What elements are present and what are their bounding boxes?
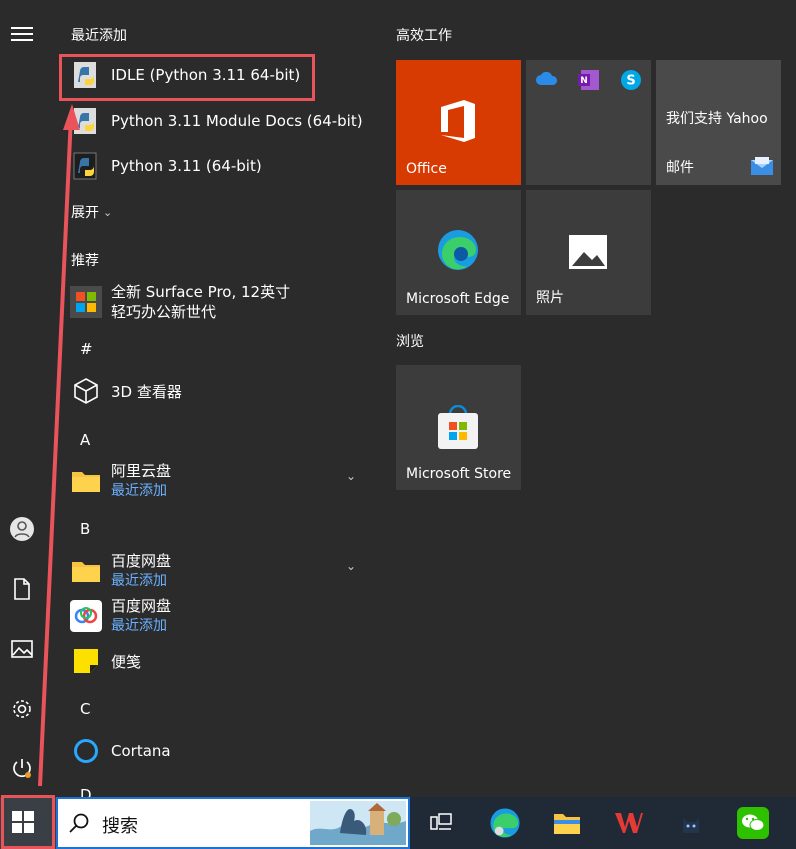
recommended-line1: 全新 Surface Pro, 12英寸 bbox=[111, 283, 291, 301]
tile-office-apps-folder[interactable]: N S bbox=[526, 60, 651, 185]
highlight-start-box bbox=[1, 795, 55, 849]
svg-text:N: N bbox=[580, 76, 588, 86]
app-label: 3D 查看器 bbox=[111, 382, 182, 401]
sticky-notes-icon bbox=[70, 645, 102, 677]
search-icon bbox=[68, 812, 90, 838]
tile-label: Office bbox=[406, 161, 447, 177]
tile-group-productivity[interactable]: 高效工作 bbox=[396, 25, 452, 45]
chevron-down-icon[interactable]: ⌄ bbox=[346, 559, 356, 573]
tile-label: 照片 bbox=[536, 290, 564, 306]
search-highlight-illustration bbox=[310, 801, 406, 845]
gear-icon[interactable] bbox=[0, 687, 44, 731]
expand-button[interactable]: 展开 ⌄ bbox=[71, 202, 112, 222]
recommended-section-title: 推荐 bbox=[71, 253, 99, 269]
user-icon[interactable] bbox=[0, 507, 44, 551]
task-view-icon[interactable] bbox=[420, 803, 462, 843]
letter-d[interactable]: D bbox=[80, 786, 92, 797]
search-box[interactable]: 搜索 bbox=[56, 797, 410, 849]
python-icon bbox=[70, 150, 102, 182]
microsoft-store-icon bbox=[70, 286, 102, 318]
skype-icon: S bbox=[620, 69, 642, 95]
search-placeholder: 搜索 bbox=[102, 816, 138, 837]
letter-b[interactable]: B bbox=[80, 520, 90, 538]
tile-photos[interactable]: 照片 bbox=[526, 190, 651, 315]
recommended-surface[interactable]: 全新 Surface Pro, 12英寸 轻巧办公新世代 bbox=[56, 280, 371, 324]
onenote-icon: N bbox=[578, 69, 600, 95]
expand-label: 展开 bbox=[71, 205, 99, 221]
app-label: 便笺 bbox=[111, 652, 142, 671]
tile-label: Microsoft Edge bbox=[406, 291, 510, 307]
pictures-icon[interactable] bbox=[0, 627, 44, 671]
tile-office[interactable]: Office bbox=[396, 60, 521, 185]
recommended-line2: 轻巧办公新世代 bbox=[111, 303, 217, 321]
app-sublabel: 最近添加 bbox=[111, 483, 167, 499]
app-sublabel: 最近添加 bbox=[111, 618, 167, 634]
baidu-netdisk-icon bbox=[70, 600, 102, 632]
svg-text:S: S bbox=[626, 74, 635, 89]
cat-app-icon[interactable] bbox=[670, 803, 712, 843]
start-left-rail bbox=[0, 0, 44, 797]
yahoo-support-text: 我们支持 Yahoo bbox=[666, 111, 768, 127]
app-sublabel: 最近添加 bbox=[111, 573, 167, 589]
onedrive-icon bbox=[535, 70, 559, 90]
letter-a[interactable]: A bbox=[80, 431, 90, 449]
store-bag-icon bbox=[436, 404, 480, 455]
app-baidu-folder[interactable]: 百度网盘 最近添加 ⌄ bbox=[56, 549, 371, 593]
chevron-down-icon: ⌄ bbox=[103, 205, 113, 219]
app-label: 阿里云盘 bbox=[111, 462, 172, 480]
recent-section-title: 最近添加 bbox=[71, 28, 127, 44]
cortana-icon bbox=[70, 735, 102, 767]
edge-icon bbox=[436, 228, 480, 276]
app-sticky-notes[interactable]: 便笺 bbox=[56, 639, 371, 683]
app-list: 最近添加 IDLE (Python 3.11 64-bit) Python 3.… bbox=[56, 0, 381, 797]
taskbar: 搜索 bbox=[0, 797, 796, 849]
app-label: Cortana bbox=[111, 742, 171, 760]
letter-hash[interactable]: # bbox=[80, 340, 93, 358]
highlight-idle-box bbox=[59, 54, 315, 101]
chevron-down-icon[interactable]: ⌄ bbox=[346, 469, 356, 483]
wps-icon[interactable] bbox=[608, 803, 650, 843]
app-python[interactable]: Python 3.11 (64-bit) bbox=[56, 144, 371, 188]
tile-mail[interactable]: 我们支持 Yahoo 邮件 bbox=[656, 60, 781, 185]
mail-icon bbox=[751, 157, 773, 179]
tile-label: Microsoft Store bbox=[406, 466, 512, 482]
app-python-docs[interactable]: Python 3.11 Module Docs (64-bit) bbox=[56, 99, 371, 143]
power-icon[interactable] bbox=[0, 746, 44, 790]
file-explorer-icon[interactable] bbox=[546, 803, 588, 843]
app-label: 百度网盘 bbox=[111, 552, 172, 570]
letter-c[interactable]: C bbox=[80, 700, 90, 718]
photos-icon bbox=[568, 234, 608, 274]
office-icon bbox=[438, 98, 478, 148]
tile-label: 邮件 bbox=[666, 160, 694, 176]
app-label: 百度网盘 bbox=[111, 597, 172, 615]
wechat-icon[interactable] bbox=[732, 803, 774, 843]
app-label: Python 3.11 Module Docs (64-bit) bbox=[111, 112, 363, 130]
python-icon bbox=[70, 105, 102, 137]
edge-taskbar-icon[interactable] bbox=[484, 803, 526, 843]
app-3d-viewer[interactable]: 3D 查看器 bbox=[56, 369, 371, 413]
app-label: Python 3.11 (64-bit) bbox=[111, 157, 262, 175]
folder-icon bbox=[70, 465, 102, 497]
tile-edge[interactable]: Microsoft Edge bbox=[396, 190, 521, 315]
menu-icon[interactable] bbox=[0, 12, 44, 56]
cube-icon bbox=[70, 375, 102, 407]
tile-microsoft-store[interactable]: Microsoft Store bbox=[396, 365, 521, 490]
app-baidu[interactable]: 百度网盘 最近添加 bbox=[56, 594, 371, 638]
tile-group-browse[interactable]: 浏览 bbox=[396, 331, 424, 351]
folder-icon bbox=[70, 555, 102, 587]
app-cortana[interactable]: Cortana bbox=[56, 729, 371, 773]
app-aliyun-folder[interactable]: 阿里云盘 最近添加 ⌄ bbox=[56, 459, 371, 503]
document-icon[interactable] bbox=[0, 567, 44, 611]
